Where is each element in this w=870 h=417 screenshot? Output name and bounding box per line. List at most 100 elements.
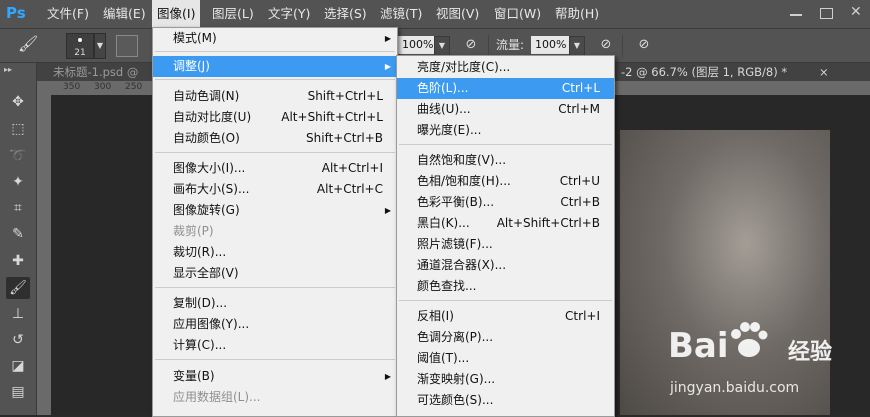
menu-item-gradient-map[interactable]: 渐变映射(G)... <box>397 369 614 390</box>
menu-item-selective-color[interactable]: 可选颜色(S)... <box>397 390 614 411</box>
baidu-wordmark: Bai <box>668 326 729 366</box>
close-icon[interactable]: ✕ <box>850 4 862 20</box>
divider <box>622 35 623 57</box>
brush-size-dropdown-icon[interactable]: ▼ <box>94 33 106 59</box>
menu-item-black-white[interactable]: 黑白(K)... Alt+Shift+Ctrl+B <box>397 213 614 234</box>
ruler-tick: 250 <box>125 82 143 92</box>
menu-item-photo-filter[interactable]: 照片滤镜(F)... <box>397 234 614 255</box>
opacity-dropdown-icon[interactable]: ▼ <box>434 36 450 56</box>
eyedropper-tool-icon[interactable]: ✎ <box>6 223 30 245</box>
flow-label: 流量: <box>496 38 525 52</box>
adjustments-submenu: 亮度/对比度(C)... 色阶(L)... Ctrl+L 曲线(U)... Ctrl… <box>396 55 615 417</box>
flow-dropdown-icon[interactable]: ▼ <box>569 36 585 56</box>
tab-document-2[interactable]: -2 @ 66.7% (图层 1, RGB/8) * <box>615 63 821 81</box>
marquee-tool-icon[interactable]: ⬚ <box>6 118 30 140</box>
menu-item-channel-mixer[interactable]: 通道混合器(X)... <box>397 255 614 276</box>
submenu-arrow-icon: ▶ <box>384 372 391 381</box>
menu-item-posterize[interactable]: 色调分离(P)... <box>397 327 614 348</box>
menu-bar: Ps 文件(F) 编辑(E) 图像(I) 图层(L) 文字(Y) 选择(S) 滤… <box>0 0 870 29</box>
baidu-jingyan-watermark: Bai 经验 jingyan.baidu.com <box>668 322 866 412</box>
menu-item-invert[interactable]: 反相(I) Ctrl+I <box>397 306 614 327</box>
menu-edit[interactable]: 编辑(E) <box>98 0 151 28</box>
crop-tool-icon[interactable]: ⌗ <box>6 197 30 219</box>
baidu-paw-icon <box>731 322 768 357</box>
brush-size-value: 21 <box>74 48 86 58</box>
menu-item-trim[interactable]: 裁切(R)... <box>153 242 397 263</box>
divider <box>155 359 395 360</box>
move-tool-icon[interactable]: ✥ <box>6 91 30 113</box>
menu-item-calculations[interactable]: 计算(C)... <box>153 335 397 356</box>
divider <box>155 51 395 52</box>
menu-item-auto-contrast[interactable]: 自动对比度(U) Alt+Shift+Ctrl+L <box>153 107 397 128</box>
menu-item-curves[interactable]: 曲线(U)... Ctrl+M <box>397 99 614 120</box>
menu-item-threshold[interactable]: 阈值(T)... <box>397 348 614 369</box>
ruler-tick: 350 <box>63 82 81 92</box>
menu-item-canvas-size[interactable]: 画布大小(S)... Alt+Ctrl+C <box>153 179 397 200</box>
divider <box>399 300 612 301</box>
divider <box>399 144 612 145</box>
menu-item-mode[interactable]: 模式(M) ▶ <box>153 28 397 49</box>
watermark-url: jingyan.baidu.com <box>670 380 800 396</box>
divider <box>155 79 395 80</box>
eraser-tool-icon[interactable]: ◪ <box>6 355 30 377</box>
menu-item-auto-color[interactable]: 自动颜色(O) Shift+Ctrl+B <box>153 128 397 149</box>
brush-panel-toggle-icon[interactable] <box>116 35 138 57</box>
gradient-tool-icon[interactable]: ▤ <box>6 381 30 403</box>
photoshop-logo: Ps <box>6 4 26 22</box>
tools-panel: ▸▸ ✥ ⬚ ➰ ✦ ⌗ ✎ ✚ 🖌 ⊥ ↺ ◪ ▤ <box>0 63 37 415</box>
menu-item-levels[interactable]: 色阶(L)... Ctrl+L <box>397 78 614 99</box>
history-brush-tool-icon[interactable]: ↺ <box>6 329 30 351</box>
maximize-icon[interactable] <box>820 8 833 19</box>
menu-item-apply-data-set: 应用数据组(L)... <box>173 390 261 404</box>
menu-type[interactable]: 文字(Y) <box>263 0 315 28</box>
brush-tool-icon[interactable]: 🖌 <box>6 277 30 299</box>
menu-item-apply-image[interactable]: 应用图像(Y)... <box>153 314 397 335</box>
menu-item-crop: 裁剪(P) <box>173 224 214 238</box>
minimize-icon[interactable] <box>790 14 802 16</box>
submenu-arrow-icon: ▶ <box>384 34 391 43</box>
pressure-opacity-icon[interactable]: ⊘ <box>461 36 481 54</box>
pressure-size-icon[interactable]: ⊘ <box>634 36 654 54</box>
tab-close-icon[interactable]: × <box>813 63 833 81</box>
menu-item-image-size[interactable]: 图像大小(I)... Alt+Ctrl+I <box>153 158 397 179</box>
lasso-tool-icon[interactable]: ➰ <box>6 145 30 167</box>
menu-select[interactable]: 选择(S) <box>319 0 372 28</box>
divider <box>155 287 395 288</box>
healing-brush-tool-icon[interactable]: ✚ <box>6 250 30 272</box>
menu-image[interactable]: 图像(I) <box>152 0 201 28</box>
menu-item-color-lookup[interactable]: 颜色查找... <box>397 276 614 297</box>
vertical-ruler <box>37 95 51 415</box>
divider <box>488 35 489 57</box>
menu-filter[interactable]: 滤镜(T) <box>375 0 427 28</box>
menu-item-auto-tone[interactable]: 自动色调(N) Shift+Ctrl+L <box>153 86 397 107</box>
submenu-arrow-icon: ▶ <box>384 62 391 71</box>
menu-item-brightness-contrast[interactable]: 亮度/对比度(C)... <box>397 57 614 78</box>
brush-preset-icon[interactable]: 🖌 <box>18 34 46 56</box>
collapse-icon[interactable]: ▸▸ <box>4 65 12 74</box>
flow-input[interactable]: 100% <box>531 36 569 54</box>
menu-item-variables[interactable]: 变量(B) ▶ <box>153 366 397 387</box>
menu-file[interactable]: 文件(F) <box>42 0 94 28</box>
menu-item-hue-saturation[interactable]: 色相/饱和度(H)... Ctrl+U <box>397 171 614 192</box>
brush-tip-icon <box>78 38 82 42</box>
menu-item-color-balance[interactable]: 色彩平衡(B)... Ctrl+B <box>397 192 614 213</box>
menu-view[interactable]: 视图(V) <box>431 0 484 28</box>
opacity-input[interactable]: 100% <box>398 36 434 54</box>
menu-item-image-rotation[interactable]: 图像旋转(G) ▶ <box>153 200 397 221</box>
menu-item-exposure[interactable]: 曝光度(E)... <box>397 120 614 141</box>
menu-window[interactable]: 窗口(W) <box>489 0 546 28</box>
menu-item-duplicate[interactable]: 复制(D)... <box>153 293 397 314</box>
menu-item-adjustments[interactable]: 调整(J) ▶ <box>153 56 397 77</box>
menu-help[interactable]: 帮助(H) <box>550 0 604 28</box>
magic-wand-tool-icon[interactable]: ✦ <box>6 171 30 193</box>
menu-item-vibrance[interactable]: 自然饱和度(V)... <box>397 150 614 171</box>
menu-item-reveal-all[interactable]: 显示全部(V) <box>153 263 397 284</box>
menu-layer[interactable]: 图层(L) <box>207 0 259 28</box>
brush-size-picker[interactable]: 21 <box>66 33 94 59</box>
submenu-arrow-icon: ▶ <box>384 206 391 215</box>
tab-document-1[interactable]: 未标题-1.psd @ 72 <box>47 63 153 97</box>
jingyan-wordmark: 经验 <box>788 340 833 365</box>
clone-stamp-tool-icon[interactable]: ⊥ <box>6 303 30 325</box>
ruler-tick: 300 <box>94 82 112 92</box>
airbrush-icon[interactable]: ⊘ <box>596 36 616 54</box>
